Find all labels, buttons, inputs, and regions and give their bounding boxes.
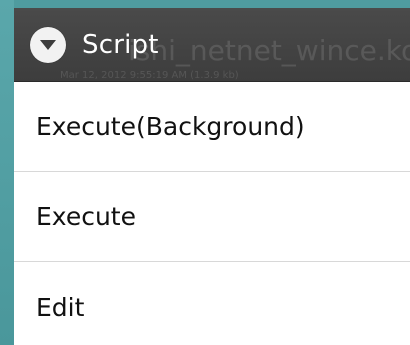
chevron-down-circle-icon	[30, 26, 66, 63]
menu-item-label: Execute(Background)	[36, 112, 305, 141]
menu-item-edit[interactable]: Edit	[14, 262, 410, 345]
dialog-title-bar: ishi_netnet_wince.ko Mar 12, 2012 9:55:1…	[14, 8, 410, 82]
background-strip	[0, 0, 14, 345]
background-meta-text: Mar 12, 2012 9:55:19 AM (1.3.9 kb)	[60, 70, 239, 81]
menu-item-execute[interactable]: Execute	[14, 172, 410, 262]
background-filename-text: ishi_netnet_wince.ko	[128, 34, 410, 67]
menu-list: Execute(Background) Execute Edit	[14, 82, 410, 345]
dialog-title: Script	[82, 29, 159, 60]
menu-item-execute-background[interactable]: Execute(Background)	[14, 82, 410, 172]
menu-item-label: Execute	[36, 202, 136, 231]
menu-item-label: Edit	[36, 292, 85, 322]
context-menu-dialog: ishi_netnet_wince.ko Mar 12, 2012 9:55:1…	[14, 8, 410, 345]
